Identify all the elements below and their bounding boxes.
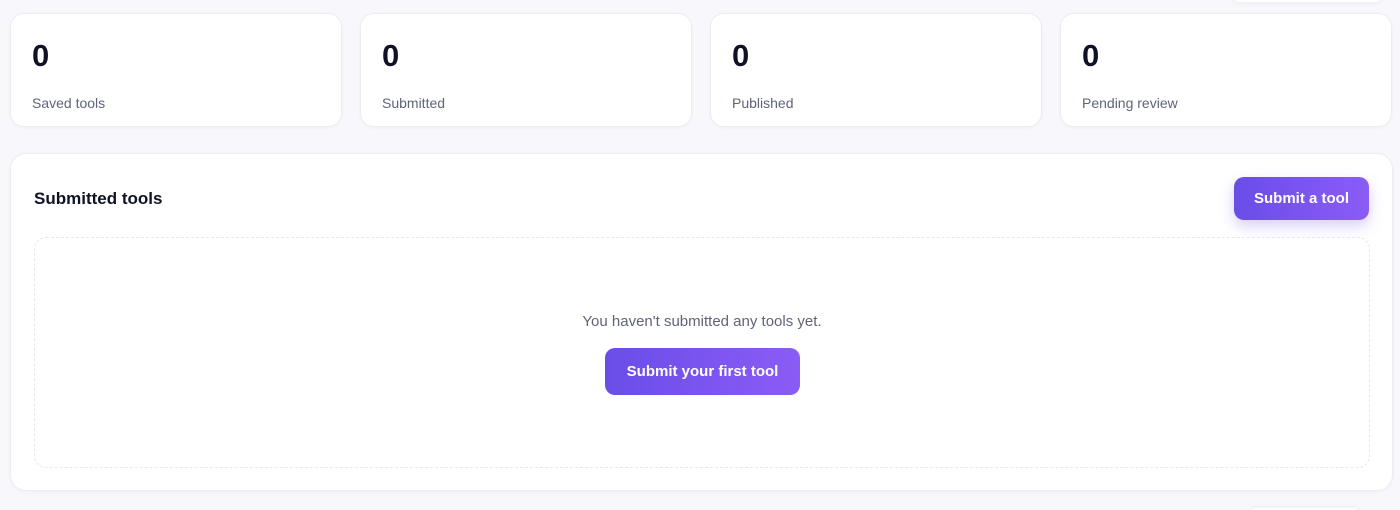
panel-title: Submitted tools <box>34 189 163 208</box>
stat-label: Pending review <box>1082 95 1178 111</box>
submit-tool-button[interactable]: Submit a tool <box>1234 177 1369 220</box>
submitted-tools-panel: Submitted tools Submit a tool You haven'… <box>10 153 1393 491</box>
stat-card-saved-tools: 0 Saved tools <box>10 13 342 127</box>
partial-header-element <box>1232 0 1382 2</box>
stat-value: 0 <box>32 38 50 73</box>
stat-value: 0 <box>732 38 750 73</box>
stats-row: 0 Saved tools 0 Submitted 0 Published 0 … <box>10 13 1392 127</box>
stat-value: 0 <box>1082 38 1100 73</box>
empty-state-message: You haven't submitted any tools yet. <box>582 313 822 330</box>
stat-value: 0 <box>382 38 400 73</box>
empty-state: You haven't submitted any tools yet. Sub… <box>34 237 1370 468</box>
dashboard-page: 0 Saved tools 0 Submitted 0 Published 0 … <box>0 0 1400 510</box>
stat-card-pending-review: 0 Pending review <box>1060 13 1392 127</box>
submit-first-tool-button[interactable]: Submit your first tool <box>605 348 800 395</box>
stat-label: Published <box>732 95 794 111</box>
stat-card-published: 0 Published <box>710 13 1042 127</box>
stat-card-submitted: 0 Submitted <box>360 13 692 127</box>
stat-label: Submitted <box>382 95 446 111</box>
stat-label: Saved tools <box>32 95 106 111</box>
